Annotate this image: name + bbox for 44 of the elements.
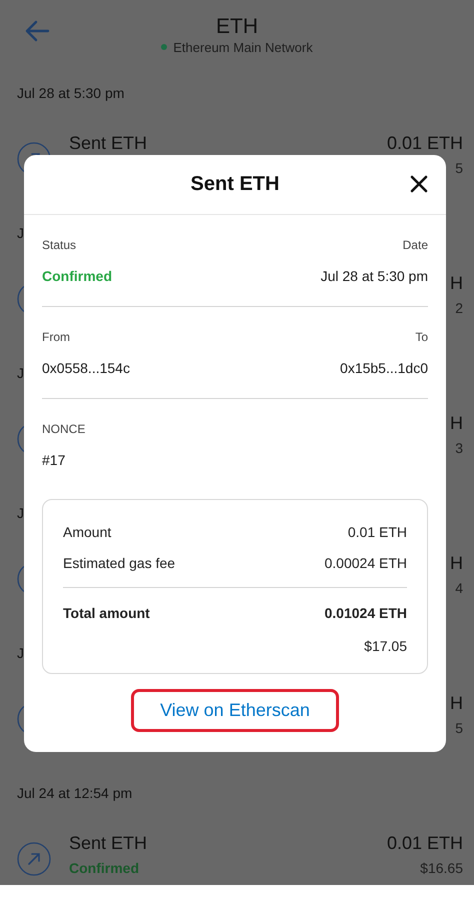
total-label: Total amount <box>63 604 150 620</box>
field-value: #17 <box>42 451 66 469</box>
transaction-amount: H <box>450 273 463 293</box>
fiat-amount: $16.65 <box>420 860 463 876</box>
summary-label: Amount <box>63 524 112 540</box>
fiat-amount: 5 <box>455 160 463 176</box>
network-name: Ethereum Main Network <box>173 40 313 54</box>
field-value: Jul 28 at 5:30 pm <box>320 267 428 285</box>
field-value: 0x0558...154c <box>42 359 130 377</box>
summary-value: 0.01 ETH <box>348 524 407 540</box>
etherscan-link[interactable]: View on Etherscan <box>131 689 339 732</box>
activity-date: J <box>17 645 24 661</box>
fiat-total: $17.05 <box>364 638 407 654</box>
transaction-amount: 0.01 ETH <box>386 133 463 153</box>
transaction-amount: 0.01 ETH <box>386 833 463 853</box>
fiat-amount: 2 <box>455 300 463 316</box>
total-value: 0.01024 ETH <box>324 604 407 620</box>
summary-label: Estimated gas fee <box>63 554 176 570</box>
field-value: 0x15b5...1dc0 <box>340 359 428 377</box>
screen-title: ETH <box>216 14 258 40</box>
modal-title: Sent ETH <box>190 173 280 196</box>
field-label: NONCE <box>42 421 86 437</box>
field-label: From <box>42 329 71 345</box>
network-status-dot <box>161 44 168 50</box>
status-value: Confirmed <box>42 267 112 285</box>
summary-value: 0.00024 ETH <box>324 554 407 570</box>
activity-date: Jul 24 at 12:54 pm <box>17 785 132 801</box>
activity-date: J <box>17 225 24 241</box>
activity-date: J <box>17 365 24 381</box>
field-label: To <box>415 329 428 345</box>
transaction-amount: H <box>450 693 463 713</box>
fiat-amount: 5 <box>455 720 463 736</box>
activity-date: J <box>17 505 24 521</box>
transaction-amount: H <box>450 413 463 433</box>
field-label: Status <box>42 237 78 253</box>
transaction-title: Sent ETH <box>69 133 148 153</box>
activity-date: Jul 28 at 5:30 pm <box>17 85 124 101</box>
fiat-amount: 4 <box>455 580 463 596</box>
transaction-title: Sent ETH <box>69 833 148 853</box>
transaction-status: Confirmed <box>69 860 139 876</box>
fiat-amount: 3 <box>455 440 463 456</box>
field-label: Date <box>402 237 428 253</box>
transaction-amount: H <box>450 553 463 573</box>
close-icon[interactable] <box>410 175 428 193</box>
